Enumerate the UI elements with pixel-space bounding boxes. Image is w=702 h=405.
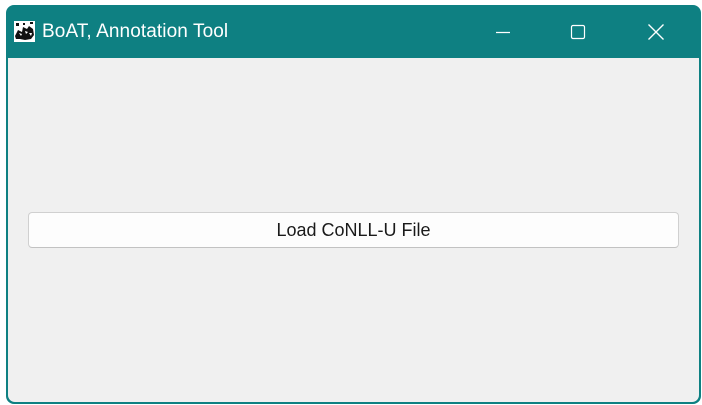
maximize-button[interactable] bbox=[540, 5, 615, 58]
close-icon bbox=[647, 23, 664, 40]
load-conllu-file-button[interactable]: Load CoNLL-U File bbox=[28, 212, 679, 248]
window-title: BoAT, Annotation Tool bbox=[42, 21, 229, 42]
maximize-icon bbox=[570, 24, 585, 39]
client-area: Load CoNLL-U File bbox=[8, 58, 699, 402]
title-bar[interactable]: BoAT, Annotation Tool bbox=[6, 5, 701, 58]
boat-app-icon bbox=[14, 21, 35, 42]
app-window: BoAT, Annotation Tool Load CoNLL-U File bbox=[6, 5, 701, 404]
close-button[interactable] bbox=[618, 5, 693, 58]
minimize-button[interactable] bbox=[465, 5, 540, 58]
minimize-icon bbox=[495, 31, 510, 33]
